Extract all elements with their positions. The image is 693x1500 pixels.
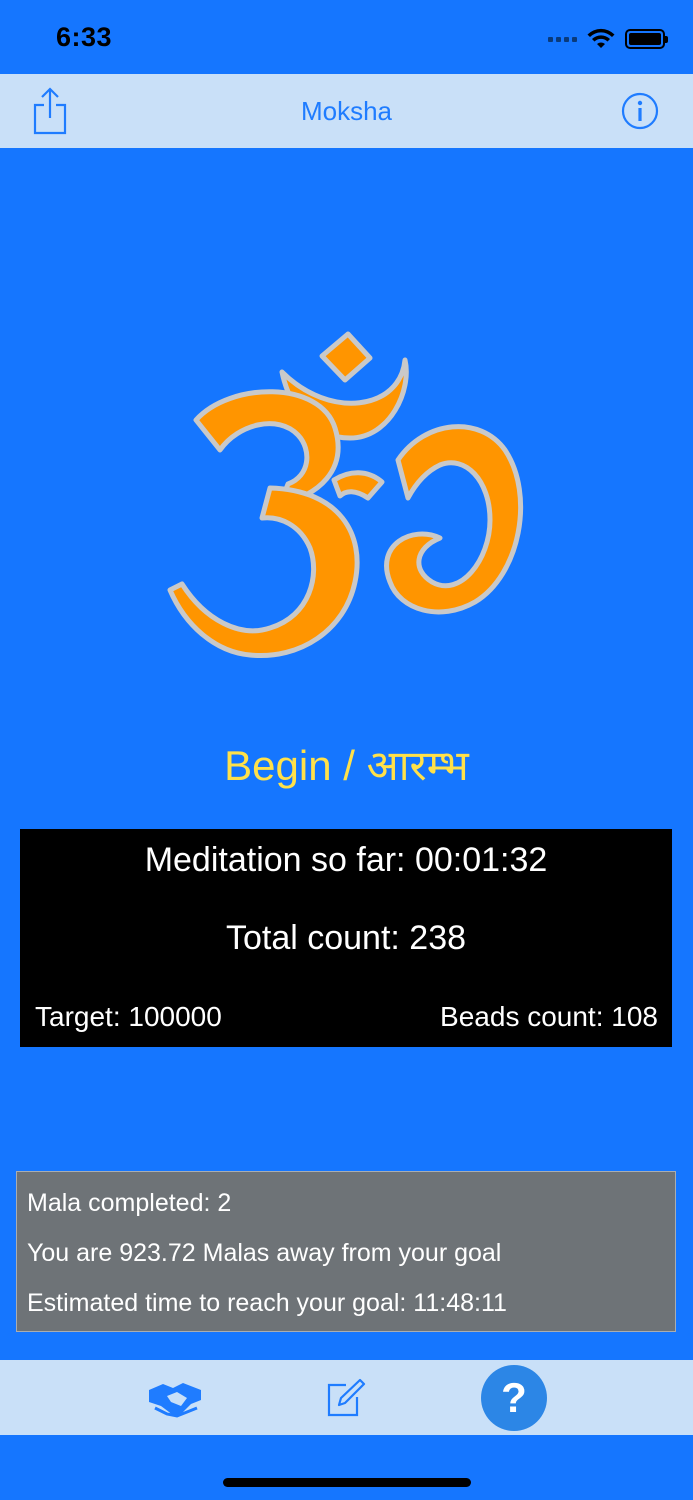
mala-completed: Mala completed: 2 — [27, 1189, 232, 1217]
progress-info-panel: Mala completed: 2 You are 923.72 Malas a… — [16, 1171, 676, 1332]
malas-away: You are 923.72 Malas away from your goal — [27, 1239, 502, 1267]
estimated-time: Estimated time to reach your goal: 11:48… — [27, 1289, 507, 1317]
status-time: 6:33 — [56, 22, 113, 52]
bottom-toolbar: ? — [0, 1360, 693, 1435]
navigation-bar: Moksha — [0, 74, 693, 148]
om-symbol-icon[interactable] — [150, 320, 540, 680]
info-icon[interactable] — [621, 92, 659, 130]
status-icons — [548, 28, 668, 50]
cellular-signal-icon — [548, 36, 577, 42]
begin-button[interactable]: Begin / आरम्भ — [0, 736, 693, 793]
edit-button[interactable] — [310, 1360, 380, 1435]
nav-title: Moksha — [300, 96, 393, 126]
help-icon: ? — [481, 1364, 547, 1431]
home-indicator[interactable] — [223, 1478, 471, 1487]
help-button[interactable]: ? — [478, 1360, 550, 1435]
meditation-time: Meditation so far: 00:01:32 — [144, 841, 548, 879]
target-count: Target: 100000 — [35, 1001, 222, 1032]
total-count: Total count: 238 — [225, 919, 467, 957]
handshake-button[interactable] — [140, 1360, 210, 1435]
edit-icon — [327, 1378, 366, 1416]
battery-icon — [625, 29, 668, 49]
status-bar: 6:33 — [0, 0, 693, 74]
handshake-icon — [149, 1382, 201, 1418]
stats-panel: Meditation so far: 00:01:32 Total count:… — [20, 829, 672, 1047]
wifi-icon — [587, 28, 615, 48]
beads-count: Beads count: 108 — [440, 1001, 658, 1032]
